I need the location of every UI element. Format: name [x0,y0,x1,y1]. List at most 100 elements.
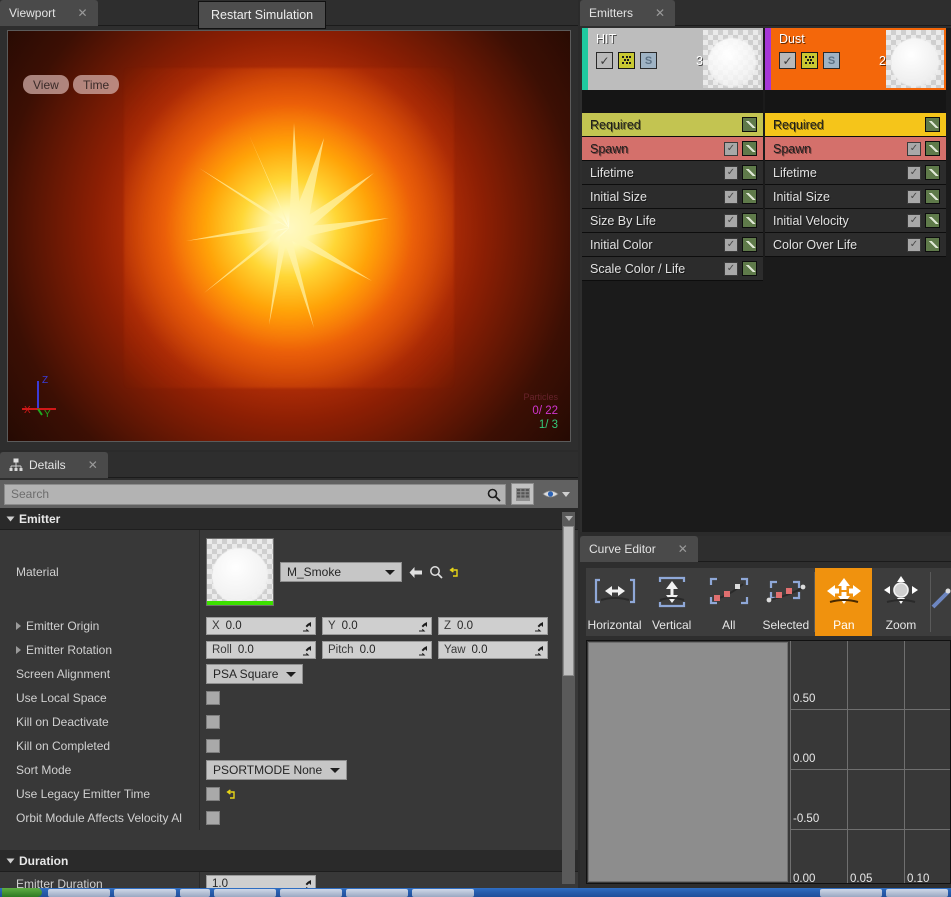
curve-tool-all[interactable]: All [700,568,757,636]
module-row-spawn[interactable]: Spawn ✓ [765,137,946,161]
module-curve-icon[interactable] [742,213,757,228]
material-thumbnail[interactable] [206,538,274,606]
use-selected-asset-button[interactable] [408,566,423,579]
module-enable-checkbox[interactable]: ✓ [724,141,738,156]
curve-tool-selected[interactable]: Selected [757,568,814,636]
module-curve-icon[interactable] [925,141,940,156]
module-curve-icon[interactable] [742,189,757,204]
emitter-render-toggle[interactable] [618,52,635,69]
module-row-required[interactable]: Required [582,113,763,137]
module-curve-icon[interactable] [925,189,940,204]
checkbox-orbit-module-affects-velocity-al[interactable] [206,811,220,825]
module-enable-checkbox[interactable]: ✓ [724,213,738,228]
combo-screen-alignment[interactable]: PSA Square [206,664,304,684]
module-enable-checkbox[interactable]: ✓ [907,165,921,180]
module-row-spawn[interactable]: Spawn ✓ [582,137,763,161]
checkbox-use-legacy-emitter-time[interactable] [206,787,220,801]
taskbar-item[interactable] [886,889,948,897]
details-scrollbar[interactable] [562,512,575,884]
taskbar-item[interactable] [114,889,176,897]
module-curve-icon[interactable] [742,237,757,252]
module-curve-icon[interactable] [925,117,940,132]
module-curve-icon[interactable] [925,237,940,252]
reset-to-default-icon[interactable] [226,788,237,800]
module-curve-icon[interactable] [925,213,940,228]
module-row-required[interactable]: Required [765,113,946,137]
emitter-header[interactable]: Dust✓S23 [765,28,946,90]
checkbox-kill-on-deactivate[interactable] [206,715,220,729]
visibility-dropdown[interactable] [542,488,570,500]
module-enable-checkbox[interactable]: ✓ [907,141,921,156]
module-enable-checkbox[interactable]: ✓ [724,165,738,180]
module-enable-checkbox[interactable]: ✓ [724,189,738,204]
emitter-enable-checkbox[interactable]: ✓ [596,52,613,69]
curve-tool-zoom[interactable]: Zoom [872,568,929,636]
module-row-initial-color[interactable]: Initial Color ✓ [582,233,763,257]
module-curve-icon[interactable] [742,261,757,276]
taskbar-item[interactable] [180,889,210,897]
drag-handle-icon[interactable] [534,621,544,632]
view-options-button[interactable] [511,483,534,505]
expand-triangle-icon[interactable] [16,646,21,654]
module-curve-icon[interactable] [742,165,757,180]
module-row-lifetime[interactable]: Lifetime ✓ [765,161,946,185]
emitter-render-toggle[interactable] [801,52,818,69]
drag-handle-icon[interactable] [534,645,544,656]
module-row-initial-velocity[interactable]: Initial Velocity ✓ [765,209,946,233]
curve-tool-pan[interactable]: Pan [815,568,873,636]
taskbar-item[interactable] [48,889,110,897]
curve-tool-overflow[interactable] [930,568,951,636]
tab-details[interactable]: Details ✕ [0,452,108,478]
scroll-up-arrow-icon[interactable] [563,512,574,524]
checkbox-use-local-space[interactable] [206,691,220,705]
module-row-scale-color-life[interactable]: Scale Color / Life ✓ [582,257,763,281]
curve-tool-vertical[interactable]: Vertical [643,568,700,636]
close-icon[interactable]: ✕ [77,6,87,20]
close-icon[interactable]: ✕ [655,6,665,20]
category-header-duration[interactable]: Duration [0,850,578,872]
start-button[interactable] [2,888,42,897]
module-curve-icon[interactable] [925,165,940,180]
browse-asset-button[interactable] [429,565,443,579]
module-curve-icon[interactable] [742,141,757,156]
module-enable-checkbox[interactable]: ✓ [907,237,921,252]
drag-handle-icon[interactable] [302,645,312,656]
viewport-view-menu[interactable]: View [23,75,69,94]
drag-handle-icon[interactable] [418,621,428,632]
scrollbar-thumb[interactable] [563,526,574,676]
module-row-color-over-life[interactable]: Color Over Life ✓ [765,233,946,257]
module-row-lifetime[interactable]: Lifetime ✓ [582,161,763,185]
curve-track-list[interactable] [588,642,788,882]
reset-to-default-icon[interactable] [449,566,460,578]
drag-handle-icon[interactable] [418,645,428,656]
category-header-emitter[interactable]: Emitter [0,508,578,530]
module-curve-icon[interactable] [742,117,757,132]
numeric-field-yaw[interactable]: Yaw 0.0 [438,641,548,659]
combo-sort-mode[interactable]: PSORTMODE None [206,760,348,780]
tab-emitters[interactable]: Emitters ✕ [580,0,676,26]
numeric-field-roll[interactable]: Roll 0.0 [206,641,316,659]
module-enable-checkbox[interactable]: ✓ [907,213,921,228]
expand-triangle-icon[interactable] [16,622,21,630]
viewport-render-area[interactable]: View Time Z X Y Particles 0/ 22 1/ 3 [7,30,571,442]
module-row-size-by-life[interactable]: Size By Life ✓ [582,209,763,233]
numeric-field-y[interactable]: Y 0.0 [322,617,432,635]
emitter-header[interactable]: HIT ✓ S 3 [582,28,763,90]
emitter-solo-button[interactable]: S [640,52,657,69]
module-row-initial-size[interactable]: Initial Size ✓ [582,185,763,209]
module-row-initial-size[interactable]: Initial Size ✓ [765,185,946,209]
module-enable-checkbox[interactable]: ✓ [724,261,738,276]
numeric-field-z[interactable]: Z 0.0 [438,617,548,635]
module-enable-checkbox[interactable]: ✓ [724,237,738,252]
taskbar-item[interactable] [412,889,474,897]
material-asset-combo[interactable]: M_Smoke [280,562,402,582]
emitter-solo-button[interactable]: S [823,52,840,69]
numeric-field-x[interactable]: X 0.0 [206,617,316,635]
tab-viewport[interactable]: Viewport ✕ [0,0,98,26]
tab-curve-editor[interactable]: Curve Editor ✕ [580,536,698,562]
curve-editor-graph[interactable]: 0.50 0.00 -0.50 0.00 0.05 0.10 [586,640,951,885]
restart-simulation-button[interactable]: Restart Simulation [198,1,327,29]
numeric-field-pitch[interactable]: Pitch 0.0 [322,641,432,659]
taskbar-item[interactable] [346,889,408,897]
drag-handle-icon[interactable] [302,621,312,632]
